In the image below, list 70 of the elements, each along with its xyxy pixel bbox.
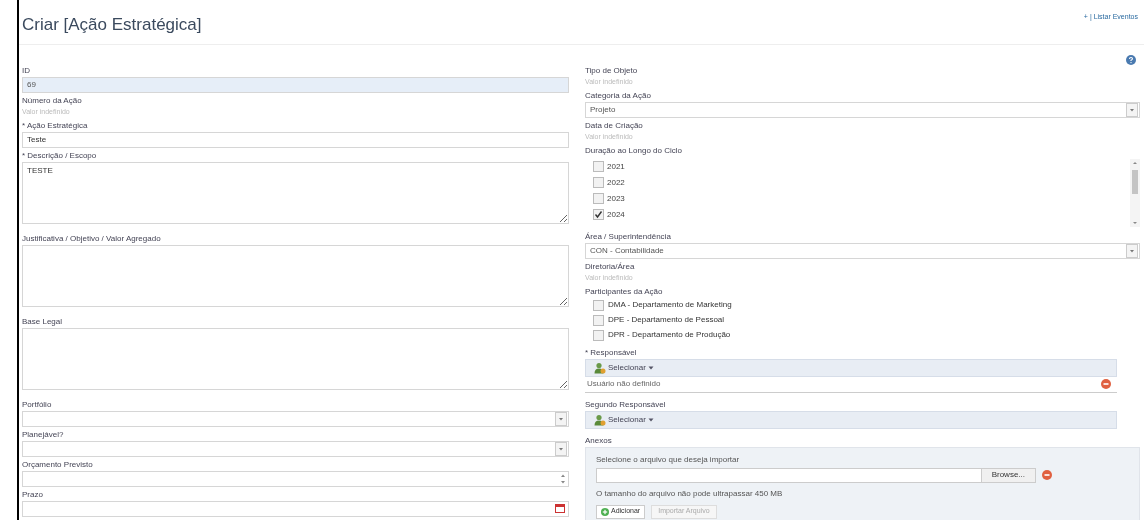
field-label: Participantes da Ação <box>585 285 663 298</box>
checkbox[interactable] <box>593 193 604 204</box>
dropdown-caret-icon[interactable] <box>555 441 567 456</box>
file-size-note: O tamanho do arquivo não pode ultrapassar 450 MB <box>596 487 783 500</box>
file-field[interactable]: Browse... <box>596 467 1036 483</box>
number-field[interactable] <box>22 470 569 487</box>
field-label: Prazo <box>22 488 43 501</box>
dropdown-caret-icon[interactable] <box>1126 102 1138 117</box>
checkbox-label: 2024 <box>607 208 625 221</box>
plus-icon <box>601 507 609 516</box>
file-prompt: Selecione o arquivo que deseja importar <box>596 453 740 466</box>
user-name: Usuário não definido <box>587 378 661 390</box>
field-label: Diretoria/Área <box>585 260 635 273</box>
select-field[interactable] <box>22 410 569 427</box>
checkbox-label: DPR - Departamento de Produção <box>608 329 731 341</box>
field-label: * Ação Estratégica <box>22 119 88 132</box>
page-title: Criar [Ação Estratégica] <box>22 14 202 36</box>
checkbox[interactable] <box>593 329 604 341</box>
caret-icon <box>647 364 654 371</box>
field-label: Base Legal <box>22 315 63 328</box>
checkbox[interactable] <box>593 177 604 188</box>
field-label: Categoria da Ação <box>585 89 651 102</box>
field-label: Segundo Responsável <box>585 398 666 411</box>
text-field: 69 <box>22 76 569 93</box>
field-label: Planejável? <box>22 428 64 441</box>
user-icon <box>594 413 606 426</box>
field-label: Duração ao Longo do Ciclo <box>585 144 682 157</box>
date-field[interactable] <box>22 500 569 517</box>
remove-icon[interactable] <box>1101 379 1111 389</box>
select-button[interactable]: Selecionar <box>594 413 654 426</box>
field-label: Portfólio <box>22 398 52 411</box>
checkbox-label: 2023 <box>607 192 625 205</box>
select-value: Projeto <box>590 103 616 116</box>
field-label: * Responsável <box>585 346 637 359</box>
checkbox[interactable] <box>593 299 604 311</box>
checkbox-label: DPE - Departamento de Pessoal <box>608 314 725 326</box>
dropdown-caret-icon[interactable] <box>555 411 567 426</box>
text-area[interactable]: TESTE <box>22 161 569 224</box>
browse-button[interactable]: Browse... <box>980 468 1035 482</box>
field-label: Tipo de Objeto <box>585 64 638 77</box>
caret-icon <box>647 416 654 423</box>
calendar-icon[interactable] <box>555 504 565 513</box>
checkbox[interactable] <box>593 314 604 326</box>
checkbox-label: 2021 <box>607 160 625 173</box>
field-label: * Descrição / Escopo <box>22 149 97 162</box>
select-field[interactable]: CON - Contabilidade <box>585 242 1140 259</box>
text-area[interactable] <box>22 244 569 307</box>
checkbox[interactable] <box>593 161 604 172</box>
help-icon[interactable] <box>1126 54 1136 65</box>
field-label: ID <box>22 64 30 77</box>
text-area[interactable] <box>22 327 569 390</box>
field-label: Anexos <box>585 434 612 447</box>
select-button[interactable]: Selecionar <box>594 361 654 374</box>
text-field[interactable]: Teste <box>22 131 569 148</box>
scrollbar-drawing[interactable] <box>1130 158 1140 227</box>
checkbox-label: 2022 <box>607 176 625 189</box>
select-field[interactable]: Projeto <box>585 101 1140 118</box>
checkbox-label: DMA - Departamento de Marketing <box>608 299 732 311</box>
field-label: Orçamento Previsto <box>22 458 93 471</box>
checkbox[interactable] <box>593 209 604 220</box>
spinner-icon[interactable] <box>560 472 566 485</box>
user-icon <box>594 361 606 374</box>
field-label: Justificativa / Objetivo / Valor Agregado <box>22 232 161 245</box>
select-field[interactable] <box>22 440 569 457</box>
field-label: Data de Criação <box>585 119 643 132</box>
field-label: Número da Ação <box>22 94 82 107</box>
remove-icon[interactable] <box>1042 470 1052 480</box>
dropdown-caret-icon[interactable] <box>1126 243 1138 258</box>
select-value: CON - Contabilidade <box>590 244 664 257</box>
field-label: Área / Superintendência <box>585 230 671 243</box>
